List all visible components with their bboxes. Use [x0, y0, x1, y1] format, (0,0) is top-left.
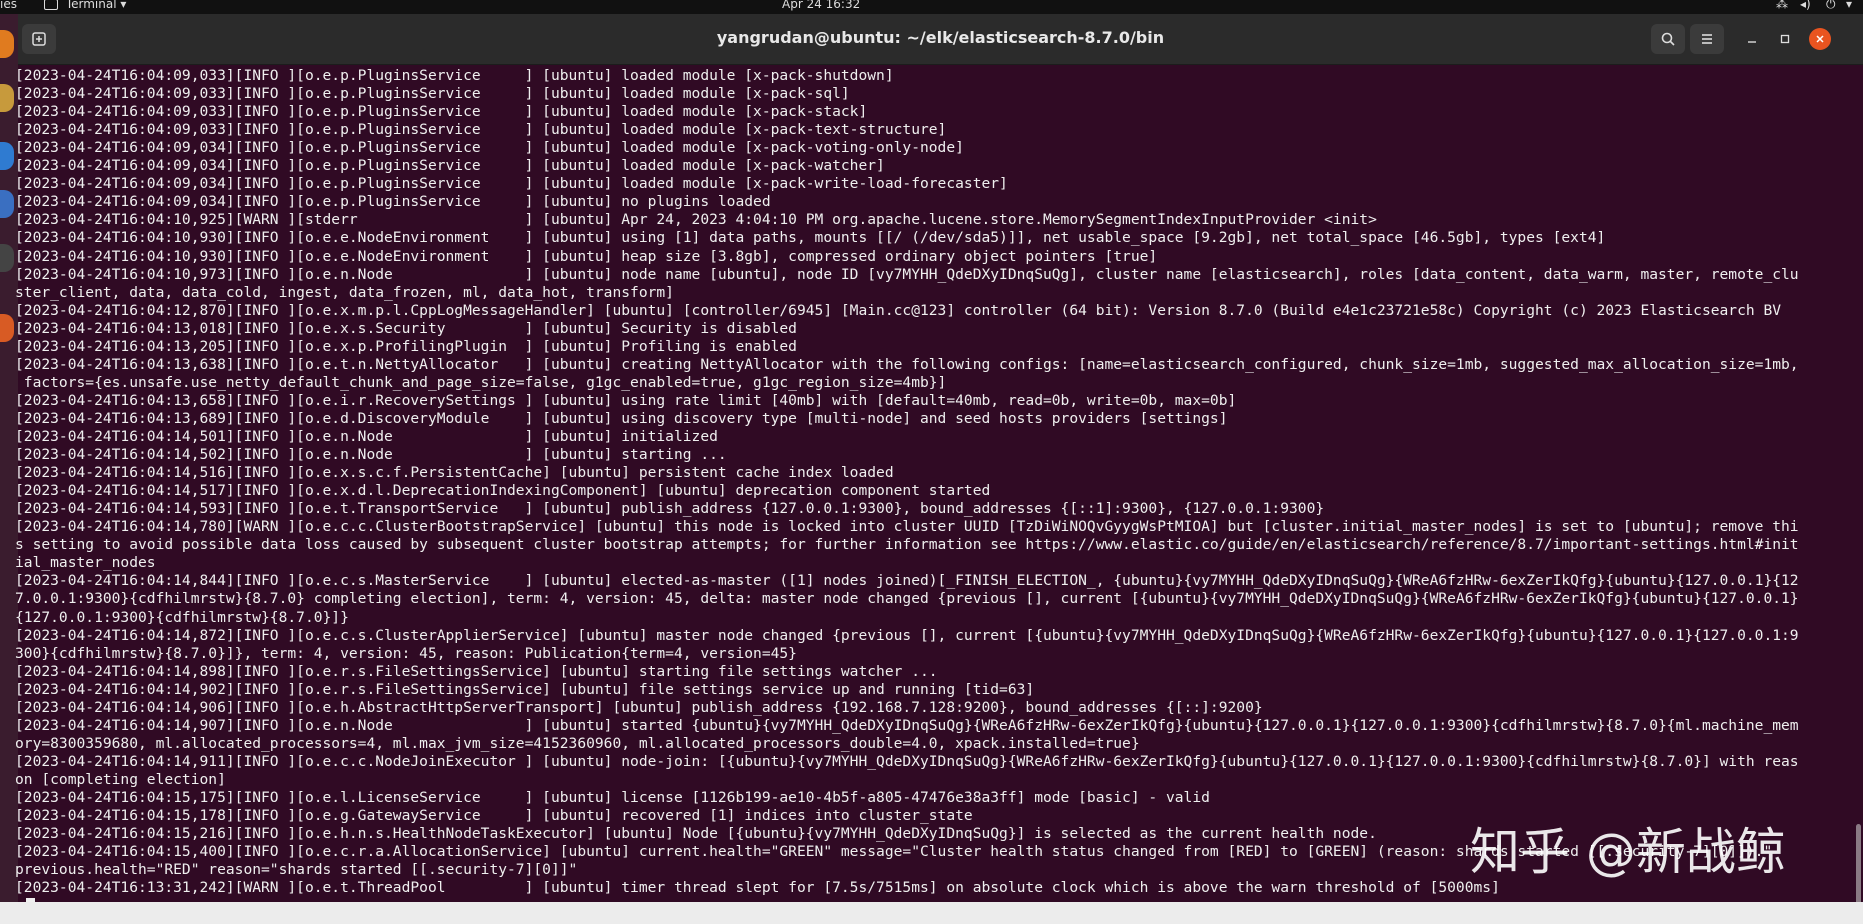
chevron-down-icon[interactable]: ▾ [1846, 0, 1852, 11]
terminal-icon [44, 0, 58, 10]
power-icon[interactable]: ⏻ [1826, 0, 1836, 11]
terminal-line: {127.0.0.1:9300}{cdfhilmrstw}{8.7.0}]} [15, 608, 349, 626]
terminal-line: s setting to avoid possible data loss ca… [15, 536, 1799, 554]
terminal-line: [2023-04-24T16:04:13,638][INFO ][o.e.t.n… [15, 355, 1799, 373]
terminal-line: [2023-04-24T16:04:09,034][INFO ][o.e.p.P… [15, 175, 1008, 193]
terminal-line: [2023-04-24T16:04:14,516][INFO ][o.e.x.s… [15, 464, 894, 482]
minimize-button[interactable] [1741, 28, 1763, 50]
terminal-line: [2023-04-24T16:04:10,930][INFO ][o.e.e.N… [15, 229, 1606, 247]
search-icon [1661, 32, 1675, 46]
dock-app-terminal[interactable] [0, 244, 14, 272]
terminal-line: [2023-04-24T16:04:09,034][INFO ][o.e.p.P… [15, 193, 771, 211]
terminal-line: [2023-04-24T16:04:12,870][INFO ][o.e.x.m… [15, 301, 1782, 319]
desktop-bottom-strip [0, 902, 1863, 924]
activities-label[interactable]: ies [0, 0, 17, 11]
scrollbar[interactable] [1856, 824, 1861, 912]
terminal-line: [2023-04-24T16:04:14,844][INFO ][o.e.c.s… [15, 572, 1799, 590]
terminal-line: [2023-04-24T16:04:09,034][INFO ][o.e.p.P… [15, 157, 885, 175]
minimize-icon [1748, 41, 1756, 43]
terminal-line: [2023-04-24T16:04:14,517][INFO ][o.e.x.d… [15, 482, 991, 500]
maximize-icon [1780, 34, 1790, 44]
terminal-window: yangrudan@ubuntu: ~/elk/elasticsearch-8.… [15, 14, 1863, 924]
system-top-bar: ies Terminal ▾ Apr 24 16:32 ⁂ ◂) ⏻ ▾ [0, 0, 1863, 14]
dock-app-software[interactable] [0, 314, 14, 342]
terminal-output[interactable]: [2023-04-24T16:04:09,033][INFO ][o.e.p.P… [15, 64, 1863, 916]
terminal-line: [2023-04-24T16:04:14,502][INFO ][o.e.n.N… [15, 446, 727, 464]
terminal-line: 300}{cdfhilmrstw}{8.7.0}]}, term: 4, ver… [15, 644, 797, 662]
terminal-line: [2023-04-24T16:04:14,593][INFO ][o.e.t.T… [15, 500, 1325, 518]
terminal-line: [2023-04-24T16:04:10,930][INFO ][o.e.e.N… [15, 247, 1158, 265]
terminal-line: factors={es.unsafe.use_netty_default_chu… [15, 373, 947, 391]
app-menu-label: Terminal [65, 0, 117, 11]
terminal-line: [2023-04-24T16:04:13,689][INFO ][o.e.d.D… [15, 409, 1228, 427]
clock[interactable]: Apr 24 16:32 [782, 0, 860, 11]
terminal-line: [2023-04-24T16:04:13,018][INFO ][o.e.x.s… [15, 319, 797, 337]
terminal-line: ial_master_nodes [15, 554, 156, 572]
terminal-line: ory=8300359680, ml.allocated_processors=… [15, 734, 1140, 752]
terminal-line: [2023-04-24T16:04:13,658][INFO ][o.e.i.r… [15, 391, 1237, 409]
terminal-line: [2023-04-24T16:04:09,033][INFO ][o.e.p.P… [15, 103, 868, 121]
search-button[interactable] [1651, 24, 1685, 54]
dock-app-files[interactable] [0, 84, 14, 112]
watermark: 知乎 @新战鲸 [1470, 823, 1786, 881]
close-button[interactable] [1809, 28, 1831, 50]
terminal-line: [2023-04-24T16:04:14,501][INFO ][o.e.n.N… [15, 428, 718, 445]
terminal-line: [2023-04-24T16:04:10,973][INFO ][o.e.n.N… [15, 265, 1799, 283]
window-title: yangrudan@ubuntu: ~/elk/elasticsearch-8.… [716, 28, 1165, 47]
network-icon[interactable]: ⁂ [1776, 0, 1788, 11]
dock-app-writer[interactable] [0, 190, 14, 218]
title-bar[interactable]: yangrudan@ubuntu: ~/elk/elasticsearch-8.… [18, 14, 1863, 65]
terminal-line: [2023-04-24T16:04:09,034][INFO ][o.e.p.P… [15, 139, 964, 157]
terminal-line: [2023-04-24T16:04:14,872][INFO ][o.e.c.s… [15, 626, 1799, 644]
volume-icon[interactable]: ◂) [1800, 0, 1811, 11]
maximize-button[interactable] [1774, 28, 1796, 50]
hamburger-menu-icon [1702, 34, 1712, 44]
terminal-line: [2023-04-24T16:04:14,780][WARN ][o.e.c.c… [15, 518, 1799, 536]
menu-button[interactable] [1690, 24, 1724, 54]
terminal-line: [2023-04-24T16:04:14,907][INFO ][o.e.n.N… [15, 716, 1799, 734]
terminal-line: [2023-04-24T16:04:09,033][INFO ][o.e.p.P… [15, 67, 894, 84]
dock-app-firefox[interactable] [0, 30, 14, 58]
terminal-line: ster_client, data, data_cold, ingest, da… [15, 283, 674, 301]
terminal-line: [2023-04-24T16:04:14,911][INFO ][o.e.c.c… [15, 752, 1799, 770]
dock-app-thunderbird[interactable] [0, 142, 14, 170]
terminal-line: [2023-04-24T16:04:15,175][INFO ][o.e.l.L… [15, 789, 1210, 806]
terminal-line: [2023-04-24T16:04:10,925][WARN ][stderr … [15, 211, 1377, 229]
terminal-line: on [completing election] [15, 770, 226, 788]
terminal-line: [2023-04-24T16:04:14,898][INFO ][o.e.r.s… [15, 662, 938, 680]
terminal-line: 7.0.0.1:9300}{cdfhilmrstw}{8.7.0} comple… [15, 590, 1799, 608]
terminal-line: [2023-04-24T16:04:13,205][INFO ][o.e.x.p… [15, 337, 797, 355]
terminal-line: [2023-04-24T16:04:14,902][INFO ][o.e.r.s… [15, 680, 1035, 698]
terminal-line: [2023-04-24T16:04:09,033][INFO ][o.e.p.P… [15, 121, 947, 139]
chevron-down-icon: ▾ [120, 0, 127, 11]
app-menu[interactable]: Terminal ▾ [44, 0, 126, 11]
terminal-line: [2023-04-24T16:04:09,033][INFO ][o.e.p.P… [15, 85, 850, 103]
terminal-line: [2023-04-24T16:04:14,906][INFO ][o.e.h.A… [15, 698, 1263, 716]
close-icon [1816, 35, 1824, 43]
